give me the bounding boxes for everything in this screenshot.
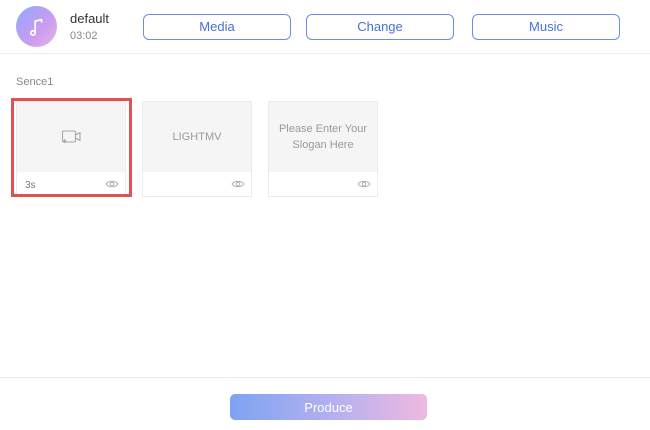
card-preview[interactable]: LIGHTMV [143, 102, 251, 172]
card-preview[interactable]: Please Enter Your Slogan Here [269, 102, 377, 172]
scene-card-text-logo[interactable]: LIGHTMV [142, 101, 252, 197]
eye-icon[interactable] [231, 179, 245, 189]
bottom-bar: Produce [0, 377, 650, 430]
project-name: default [70, 11, 110, 26]
change-button[interactable]: Change [306, 14, 454, 40]
card-duration: 3s [25, 180, 36, 191]
card-footer: 3s [17, 172, 125, 196]
card-footer [269, 172, 377, 196]
project-avatar [16, 6, 57, 47]
music-note-icon [29, 18, 42, 36]
eye-icon[interactable] [357, 179, 371, 189]
project-duration: 03:02 [70, 30, 98, 42]
produce-button[interactable]: Produce [230, 394, 427, 420]
media-button[interactable]: Media [143, 14, 291, 40]
scene-card-text-slogan[interactable]: Please Enter Your Slogan Here [268, 101, 378, 197]
scene-card-media[interactable]: 3s [16, 101, 126, 197]
card-footer [143, 172, 251, 196]
eye-icon[interactable] [105, 179, 119, 189]
card-text: Please Enter Your Slogan Here [278, 123, 368, 151]
card-text: LIGHTMV [172, 131, 222, 143]
scene-label: Sence1 [16, 76, 54, 88]
music-button[interactable]: Music [472, 14, 620, 40]
add-video-icon [61, 130, 81, 143]
top-bar: default 03:02 Media Change Music [0, 0, 650, 54]
card-preview[interactable] [17, 102, 125, 172]
